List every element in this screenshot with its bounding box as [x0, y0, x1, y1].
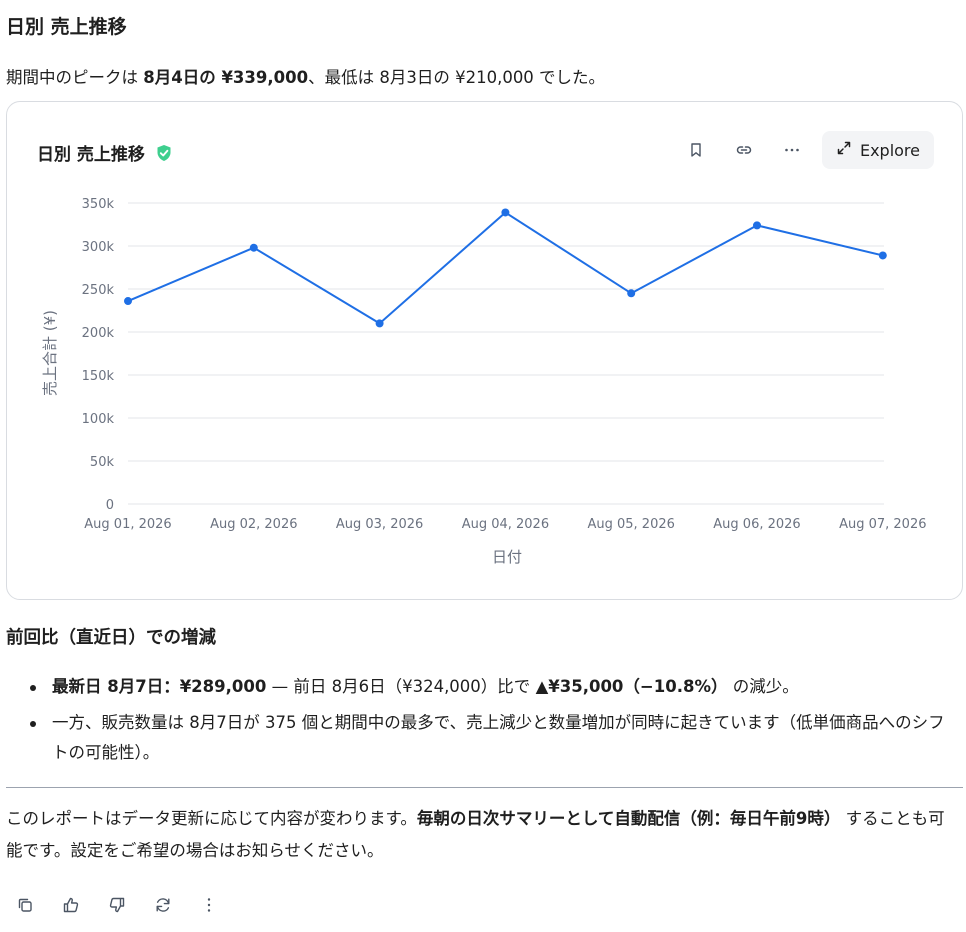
y-axis-ticks: 0 50k 100k 150k 200k 250k 300k 350k [82, 197, 115, 513]
change-amount: ▲¥35,000（−10.8%） [535, 677, 728, 696]
y-tick-label: 200k [82, 326, 115, 341]
sales-line-chart: 0 50k 100k 150k 200k 250k 300k 350k Aug 01, 202… [41, 197, 927, 566]
latest-day-value: 最新日 8月7日：¥289,000 [52, 677, 267, 696]
chart-card: 日別 売上推移 Explore 0 50k 100k 150k 200k 250… [6, 101, 963, 600]
copy-icon[interactable] [14, 894, 36, 916]
chart-gridlines [128, 202, 884, 505]
outro-bold: 毎朝の日次サマリーとして自動配信（例：毎日午前9時） [416, 809, 841, 828]
data-point[interactable] [124, 297, 132, 306]
y-tick-label: 250k [82, 283, 115, 298]
data-point[interactable] [249, 243, 258, 252]
outro-text: このレポートはデータ更新に応じて内容が変わります。毎朝の日次サマリーとして自動配… [6, 803, 956, 867]
x-axis-title: 日付 [492, 548, 522, 566]
x-tick-label: Aug 07, 2026 [839, 517, 926, 532]
y-tick-label: 100k [82, 412, 115, 427]
y-axis-title: 売上合計 (¥) [41, 310, 59, 396]
thumbs-down-icon[interactable] [106, 894, 128, 916]
comparison-list: 最新日 8月7日：¥289,000 — 前日 8月6日（¥324,000）比で … [30, 672, 960, 774]
intro-middle: 、最低は 8月3日の ¥210,000 でした。 [308, 68, 606, 87]
x-tick-label: Aug 03, 2026 [336, 517, 423, 532]
x-tick-label: Aug 02, 2026 [210, 517, 297, 532]
bullet1-text1: — 前日 8月6日（¥324,000）比で [266, 677, 536, 696]
y-tick-label: 150k [82, 369, 115, 384]
bullet1-text2: の減少。 [727, 677, 799, 696]
x-tick-label: Aug 06, 2026 [713, 517, 800, 532]
chart-series [124, 208, 887, 328]
refresh-icon[interactable] [152, 894, 174, 916]
x-axis-ticks: Aug 01, 2026 Aug 02, 2026 Aug 03, 2026 Aug … [84, 517, 926, 532]
x-tick-label: Aug 04, 2026 [462, 517, 549, 532]
response-heading: 日別 売上推移 [6, 16, 127, 38]
x-tick-label: Aug 05, 2026 [587, 517, 674, 532]
data-point[interactable] [501, 208, 510, 217]
intro-prefix: 期間中のピークは [6, 68, 144, 87]
data-point[interactable] [627, 289, 636, 298]
divider [6, 787, 963, 788]
intro-peak: 8月4日の ¥339,000 [143, 68, 309, 87]
more-vertical-icon[interactable] [198, 894, 220, 916]
y-tick-label: 50k [90, 455, 115, 470]
series-line [127, 211, 884, 325]
y-tick-label: 300k [82, 240, 115, 255]
chat-response: 日別 売上推移 期間中のピークは 8月4日の ¥339,000、最低は 8月3日… [0, 0, 966, 932]
intro-text: 期間中のピークは 8月4日の ¥339,000、最低は 8月3日の ¥210,0… [6, 64, 605, 88]
message-actions [14, 894, 220, 916]
data-point[interactable] [878, 251, 887, 260]
y-tick-label: 0 [106, 498, 114, 513]
data-point[interactable] [753, 221, 761, 230]
y-tick-label: 350k [82, 197, 115, 212]
thumbs-up-icon[interactable] [60, 894, 82, 916]
comparison-heading: 前回比（直近日）での増減 [6, 628, 216, 648]
data-point[interactable] [375, 319, 384, 328]
list-item: 最新日 8月7日：¥289,000 — 前日 8月6日（¥324,000）比で … [30, 672, 960, 702]
outro-text1: このレポートはデータ更新に応じて内容が変わります。 [6, 809, 417, 828]
x-tick-label: Aug 01, 2026 [84, 517, 171, 532]
list-item: 一方、販売数量は 8月7日が 375 個と期間中の最多で、売上減少と数量増加が同… [30, 708, 960, 768]
